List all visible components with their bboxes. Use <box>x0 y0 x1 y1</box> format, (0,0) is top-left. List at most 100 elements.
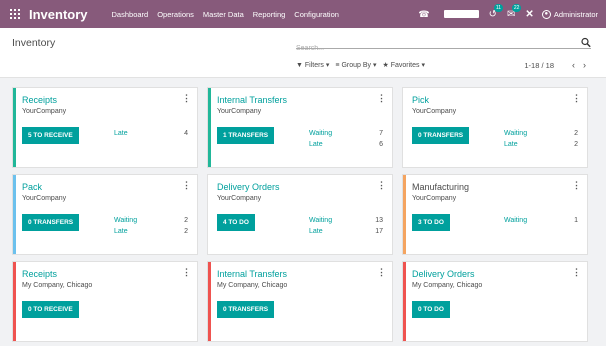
card-menu-icon[interactable]: ⋮ <box>377 267 386 278</box>
card-company: YourCompany <box>412 195 457 202</box>
card-menu-icon[interactable]: ⋮ <box>182 267 191 278</box>
control-panel: Inventory ▼ Filters ▾ ≡ Group By ▾ ★ Fav… <box>0 28 606 78</box>
card-menu-icon[interactable]: ⋮ <box>182 180 191 191</box>
close-icon[interactable]: ✕ <box>525 9 533 20</box>
card-color-bar <box>403 262 406 341</box>
menu-item-dashboard[interactable]: Dashboard <box>112 10 149 19</box>
card-action-button[interactable]: 5 TO RECEIVE <box>22 127 79 144</box>
messages-icon[interactable]: ✉ 22 <box>507 3 522 20</box>
stat-late-count: 4 <box>184 130 188 137</box>
card-title[interactable]: Delivery Orders <box>412 269 475 279</box>
favorites-label: Favorites <box>390 62 420 69</box>
card-menu-icon[interactable]: ⋮ <box>377 180 386 191</box>
main-menu: Dashboard Operations Master Data Reporti… <box>112 10 348 19</box>
card-color-bar <box>13 175 16 254</box>
stat-waiting[interactable]: Waiting <box>309 217 332 224</box>
stat-late[interactable]: Late <box>309 228 323 235</box>
menu-item-configuration[interactable]: Configuration <box>294 10 339 19</box>
stat-late[interactable]: Late <box>504 141 518 148</box>
picking-type-card[interactable]: Delivery Orders My Company, Chicago ⋮ 0 … <box>402 261 588 342</box>
card-company: YourCompany <box>22 108 67 115</box>
card-title[interactable]: Internal Transfers <box>217 269 287 279</box>
stat-waiting[interactable]: Waiting <box>504 217 527 224</box>
stat-waiting-count: 2 <box>574 130 578 137</box>
breadcrumb: Inventory <box>12 37 56 49</box>
card-company: My Company, Chicago <box>217 282 288 289</box>
picking-type-card[interactable]: Manufacturing YourCompany ⋮ 3 TO DO Wait… <box>402 174 588 255</box>
groupby-dropdown[interactable]: ≡ Group By ▾ <box>335 61 376 69</box>
menu-item-master-data[interactable]: Master Data <box>203 10 244 19</box>
systray-box[interactable] <box>443 10 479 18</box>
menu-item-operations[interactable]: Operations <box>157 10 194 19</box>
stat-waiting[interactable]: Waiting <box>504 130 527 137</box>
filters-dropdown[interactable]: ▼ Filters ▾ <box>296 61 329 69</box>
groupby-label: Group By <box>341 62 372 69</box>
card-title[interactable]: Receipts <box>22 269 57 279</box>
card-menu-icon[interactable]: ⋮ <box>377 93 386 104</box>
messages-badge: 22 <box>511 3 522 12</box>
card-color-bar <box>208 88 211 167</box>
stat-waiting-count: 7 <box>379 130 383 137</box>
search-icon[interactable] <box>581 37 591 48</box>
filters-label: Filters <box>304 62 324 69</box>
stat-late-count: 2 <box>574 141 578 148</box>
picking-type-card[interactable]: Internal Transfers YourCompany ⋮ 1 TRANS… <box>207 87 393 168</box>
card-menu-icon[interactable]: ⋮ <box>572 93 581 104</box>
card-title[interactable]: Receipts <box>22 95 57 105</box>
user-name: Administrator <box>553 9 598 19</box>
card-menu-icon[interactable]: ⋮ <box>572 267 581 278</box>
stat-waiting[interactable]: Waiting <box>309 130 332 137</box>
search-input[interactable] <box>296 43 576 54</box>
card-company: YourCompany <box>217 108 262 115</box>
stat-late[interactable]: Late <box>114 228 128 235</box>
user-menu[interactable]: ● Administrator <box>541 9 598 19</box>
card-action-button[interactable]: 0 TO RECEIVE <box>22 301 79 318</box>
picking-type-card[interactable]: Pack YourCompany ⋮ 0 TRANSFERS Waiting 2… <box>12 174 198 255</box>
activity-icon[interactable]: ↺ 11 <box>489 3 504 20</box>
card-company: YourCompany <box>22 195 67 202</box>
stat-late[interactable]: Late <box>114 130 128 137</box>
apps-menu-icon[interactable] <box>10 9 20 19</box>
picking-type-card[interactable]: Pick YourCompany ⋮ 0 TRANSFERS Waiting 2… <box>402 87 588 168</box>
card-color-bar <box>403 175 406 254</box>
card-action-button[interactable]: 3 TO DO <box>412 214 450 231</box>
card-action-button[interactable]: 1 TRANSFERS <box>217 127 275 144</box>
app-brand[interactable]: Inventory <box>29 7 88 22</box>
picking-type-card[interactable]: Internal Transfers My Company, Chicago ⋮… <box>207 261 393 342</box>
card-company: My Company, Chicago <box>412 282 483 289</box>
card-company: YourCompany <box>412 108 457 115</box>
card-menu-icon[interactable]: ⋮ <box>572 180 581 191</box>
card-action-button[interactable]: 0 TRANSFERS <box>217 301 275 318</box>
picking-type-card[interactable]: Receipts YourCompany ⋮ 5 TO RECEIVE Late… <box>12 87 198 168</box>
stat-late-count: 2 <box>184 228 188 235</box>
card-title[interactable]: Manufacturing <box>412 182 469 192</box>
card-color-bar <box>208 262 211 341</box>
card-color-bar <box>13 88 16 167</box>
stat-waiting[interactable]: Waiting <box>114 217 137 224</box>
stat-late-count: 17 <box>375 228 383 235</box>
card-title[interactable]: Pick <box>412 95 429 105</box>
picking-type-card[interactable]: Receipts My Company, Chicago ⋮ 0 TO RECE… <box>12 261 198 342</box>
stat-late-count: 6 <box>379 141 383 148</box>
card-action-button[interactable]: 4 TO DO <box>217 214 255 231</box>
activity-badge: 11 <box>493 3 504 12</box>
stat-waiting-count: 1 <box>574 217 578 224</box>
pager: 1-18 / 18 ‹ › <box>524 60 586 70</box>
card-action-button[interactable]: 0 TRANSFERS <box>412 127 470 144</box>
menu-item-reporting[interactable]: Reporting <box>253 10 286 19</box>
card-title[interactable]: Delivery Orders <box>217 182 280 192</box>
card-title[interactable]: Internal Transfers <box>217 95 287 105</box>
card-company: My Company, Chicago <box>22 282 93 289</box>
favorites-dropdown[interactable]: ★ Favorites ▾ <box>382 61 425 69</box>
pager-value: 1-18 / 18 <box>524 60 554 70</box>
pager-previous-icon[interactable]: ‹ <box>572 60 575 70</box>
card-action-button[interactable]: 0 TRANSFERS <box>22 214 80 231</box>
picking-type-card[interactable]: Delivery Orders YourCompany ⋮ 4 TO DO Wa… <box>207 174 393 255</box>
phone-icon[interactable]: ☎ <box>418 9 429 20</box>
card-action-button[interactable]: 0 TO DO <box>412 301 450 318</box>
pager-next-icon[interactable]: › <box>583 60 586 70</box>
systray: ☎ ↺ 11 ✉ 22 ✕ ● Administrator <box>418 0 598 28</box>
card-menu-icon[interactable]: ⋮ <box>182 93 191 104</box>
stat-late[interactable]: Late <box>309 141 323 148</box>
card-title[interactable]: Pack <box>22 182 42 192</box>
